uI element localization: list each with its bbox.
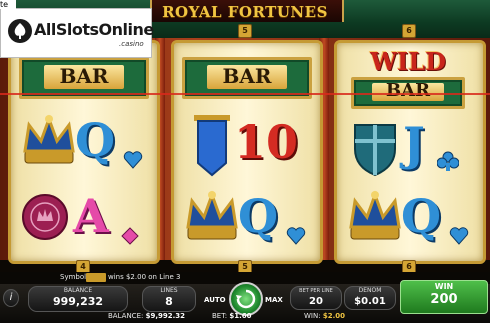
site-logo: AllSlotsOnline .casino xyxy=(0,8,154,58)
heart-suit-icon xyxy=(123,151,143,169)
game-title: ROYAL FORTUNES xyxy=(162,3,328,21)
auto-button[interactable]: AUTO xyxy=(204,296,226,304)
line-marker[interactable]: 5 xyxy=(238,24,252,38)
banner-icon xyxy=(194,115,230,177)
symbol-q: Q xyxy=(75,113,116,167)
max-bet-button[interactable]: MAX xyxy=(265,296,283,304)
reel-3: WILD BAR J Q xyxy=(334,40,486,264)
shield-icon xyxy=(354,124,396,177)
message-symbol-icon xyxy=(86,273,106,282)
spin-icon xyxy=(236,289,256,309)
slot-game: ROYAL FORTUNES BAR Q A BAR 10 Q WILD BAR… xyxy=(0,0,490,323)
lines-selector[interactable]: LINES 8 xyxy=(142,286,196,312)
crown-icon xyxy=(186,190,238,240)
symbol-q: Q xyxy=(401,189,442,243)
wild-bar-symbol: WILD BAR xyxy=(345,47,471,109)
diamond-suit-icon xyxy=(121,227,139,245)
royal-seal-icon xyxy=(22,194,68,240)
footer-balance: BALANCE: $9,992.32 xyxy=(108,312,186,320)
club-suit-icon xyxy=(437,151,459,171)
win-line xyxy=(0,93,490,95)
heart-suit-icon xyxy=(449,227,469,245)
bet-per-line-selector[interactable]: BET PER LINE 20 xyxy=(290,286,342,310)
symbol-10: 10 xyxy=(234,115,299,169)
reel-1: BAR Q A xyxy=(8,40,160,264)
denom-selector[interactable]: DENOM $0.01 xyxy=(344,286,396,310)
corner-label: te xyxy=(0,0,16,9)
symbol-q: Q xyxy=(238,189,279,243)
heart-suit-icon xyxy=(286,227,306,245)
spin-button[interactable] xyxy=(229,282,263,316)
line-marker[interactable]: 6 xyxy=(402,24,416,38)
win-display: WIN 200 xyxy=(400,280,488,314)
crown-icon xyxy=(349,190,401,240)
message-prefix: Symbol xyxy=(60,273,87,281)
crown-icon xyxy=(23,114,75,164)
footer-win: WIN: $2.00 xyxy=(304,312,345,320)
symbol-j: J xyxy=(403,117,425,171)
spade-icon xyxy=(8,19,32,43)
reel-2: BAR 10 Q xyxy=(171,40,323,264)
message-text: wins $2.00 on Line 3 xyxy=(108,273,181,281)
balance-display: BALANCE 999,232 xyxy=(28,286,128,312)
footer-bet: BET: $1.60 xyxy=(212,312,252,320)
symbol-a: A xyxy=(73,189,109,243)
info-button[interactable]: i xyxy=(3,289,19,307)
